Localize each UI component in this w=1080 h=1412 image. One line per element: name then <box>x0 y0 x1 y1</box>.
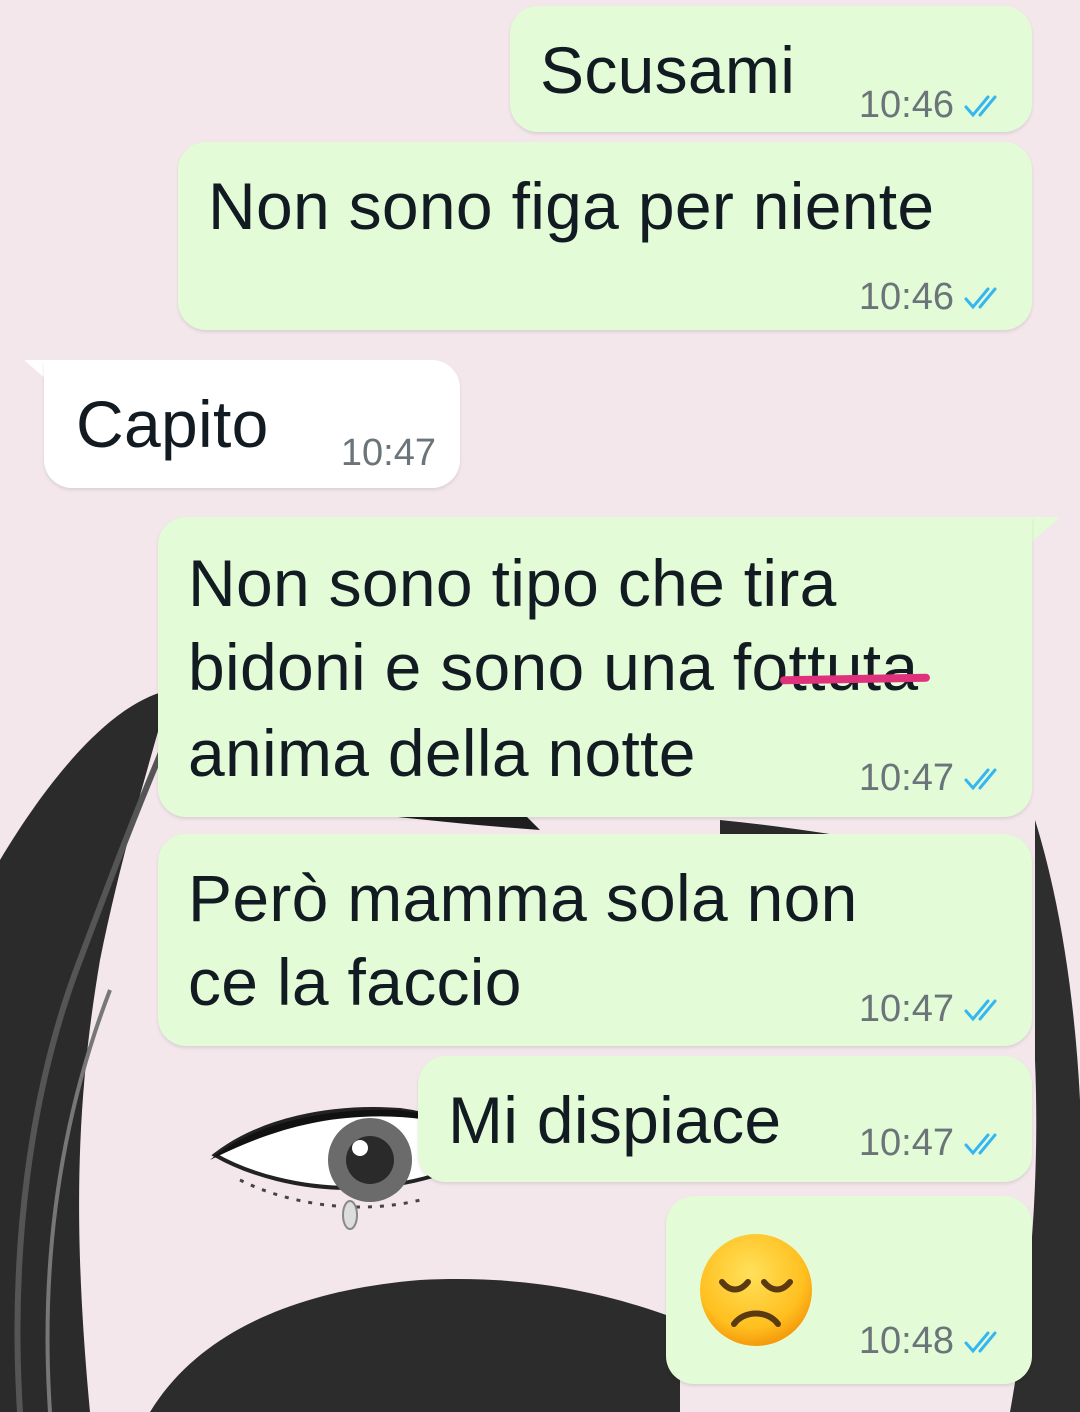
message-time: 10:46 <box>858 276 954 318</box>
message-bubble-outgoing[interactable]: Mi dispiace 10:47 <box>418 1056 1032 1182</box>
message-text: Scusami <box>540 33 796 107</box>
message-bubble-outgoing[interactable]: Non sono figa per niente 10:46 <box>178 142 1032 330</box>
message-line: bidoni e sono una fottuta <box>188 630 919 704</box>
message-time: 10:47 <box>858 1122 954 1164</box>
message-line: Non sono tipo che tira <box>188 546 837 620</box>
outgoing-bubble-tail <box>1030 517 1060 543</box>
message-line: ce la faccio <box>188 945 522 1019</box>
message-time: 10:47 <box>858 988 954 1030</box>
message-bubble-outgoing[interactable]: 10:48 <box>666 1196 1032 1384</box>
disappointed-face-icon <box>700 1234 812 1346</box>
message-bubble-outgoing[interactable]: Non sono tipo che tira bidoni e sono una… <box>158 517 1032 817</box>
message-meta: 10:46 <box>859 84 1006 127</box>
read-ticks-icon <box>964 999 997 1022</box>
message-meta: 10:48 <box>859 1320 1006 1363</box>
read-ticks-icon <box>964 768 997 791</box>
message-time: 10:47 <box>340 432 436 474</box>
message-meta: 10:47 <box>859 988 1006 1031</box>
message-line: Però mamma sola non <box>188 861 858 935</box>
message-line: anima della notte <box>188 716 696 790</box>
message-bubble-outgoing[interactable]: Però mamma sola non ce la faccio 10:47 <box>158 834 1032 1046</box>
message-bubble-incoming[interactable]: Capito 10:47 <box>44 360 460 488</box>
message-meta: 10:47 <box>859 757 1006 800</box>
read-ticks-icon <box>964 287 997 310</box>
message-time: 10:47 <box>858 757 954 799</box>
message-meta: 10:47 <box>859 1122 1006 1165</box>
read-ticks-icon <box>964 95 997 118</box>
message-meta: 10:46 <box>859 276 1006 319</box>
message-bubble-outgoing[interactable]: Scusami 10:46 <box>510 6 1032 132</box>
message-text: Capito <box>76 387 269 461</box>
read-ticks-icon <box>964 1331 997 1354</box>
message-time: 10:48 <box>858 1320 954 1362</box>
message-text: Non sono figa per niente <box>208 169 935 243</box>
message-time: 10:46 <box>858 84 954 126</box>
message-text: Mi dispiace <box>448 1083 782 1157</box>
read-ticks-icon <box>964 1133 997 1156</box>
